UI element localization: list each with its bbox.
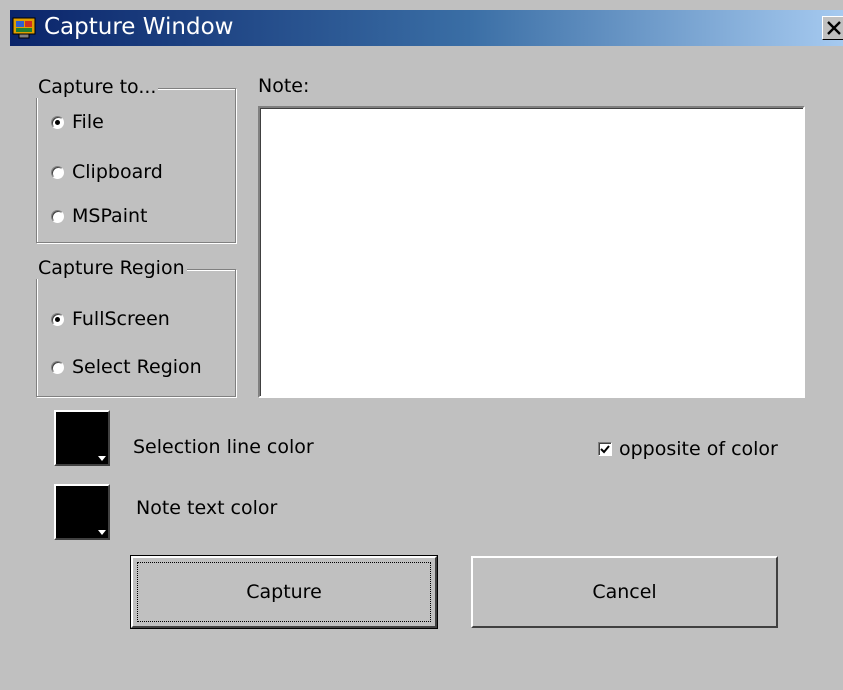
cancel-button-label: Cancel [592, 581, 657, 603]
radio-clipboard-label: Clipboard [72, 161, 163, 183]
radio-file[interactable]: File [51, 111, 104, 133]
opposite-of-color-box[interactable] [598, 442, 612, 456]
note-label: Note: [258, 75, 310, 97]
title-bar[interactable]: Capture Window [10, 10, 843, 46]
note-textarea[interactable] [258, 106, 805, 398]
radio-mspaint-label: MSPaint [72, 205, 148, 227]
opposite-of-color-checkbox[interactable]: opposite of color [598, 438, 778, 460]
capture-button[interactable]: Capture [130, 555, 438, 629]
radio-fullscreen-dot[interactable] [51, 312, 64, 326]
capture-to-group: Capture to... File Clipboard MSPaint [36, 76, 236, 243]
radio-select-region-label: Select Region [72, 356, 202, 378]
note-text-color-swatch[interactable] [54, 484, 110, 540]
radio-select-region-dot[interactable] [51, 360, 64, 374]
checkmark-icon [600, 445, 610, 454]
dropdown-arrow-icon [98, 530, 106, 535]
capture-region-legend: Capture Region [36, 257, 187, 279]
window-title: Capture Window [44, 14, 234, 40]
radio-select-region[interactable]: Select Region [51, 356, 202, 378]
radio-file-label: File [72, 111, 104, 133]
radio-fullscreen-label: FullScreen [72, 308, 170, 330]
selection-line-color-swatch[interactable] [54, 410, 110, 466]
dropdown-arrow-icon [98, 456, 106, 461]
radio-mspaint[interactable]: MSPaint [51, 205, 147, 227]
close-icon [827, 21, 841, 35]
focus-rect [137, 562, 431, 622]
cancel-button[interactable]: Cancel [471, 556, 778, 628]
capture-region-group: Capture Region FullScreen Select Region [36, 257, 236, 397]
close-button[interactable] [822, 16, 843, 40]
opposite-of-color-label: opposite of color [619, 438, 778, 460]
radio-file-dot[interactable] [51, 115, 64, 129]
selection-line-color-label: Selection line color [133, 436, 314, 458]
radio-clipboard[interactable]: Clipboard [51, 161, 163, 183]
radio-mspaint-dot[interactable] [51, 209, 64, 223]
note-text-color-label: Note text color [136, 497, 278, 519]
app-icon [12, 16, 38, 40]
capture-to-legend: Capture to... [36, 76, 159, 98]
radio-clipboard-dot[interactable] [51, 165, 64, 179]
radio-fullscreen[interactable]: FullScreen [51, 308, 170, 330]
capture-window: Capture Window Capture to... File Clipbo… [0, 0, 843, 690]
